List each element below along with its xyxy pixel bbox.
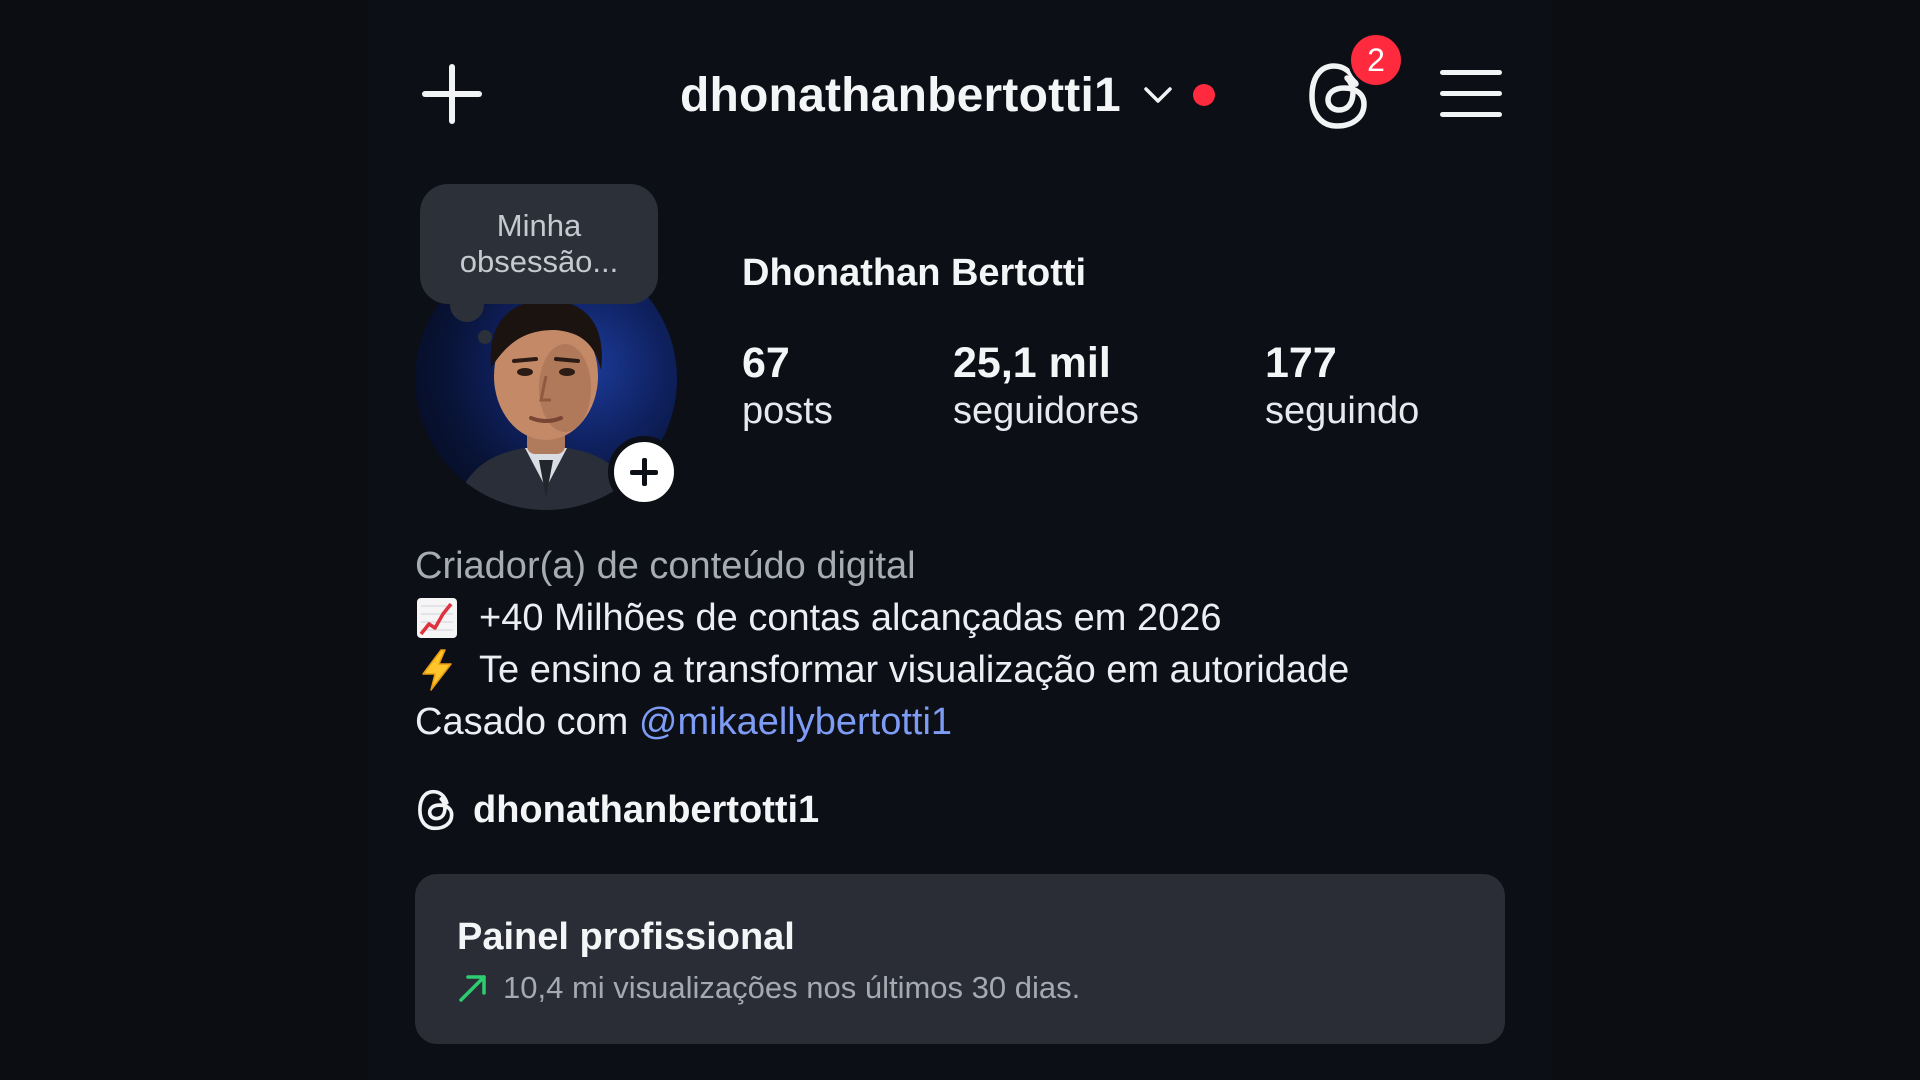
professional-dashboard-card[interactable]: Painel profissional 10,4 mi visualizaçõe… xyxy=(415,874,1505,1044)
stat-following[interactable]: 177 seguindo xyxy=(1265,338,1419,434)
bio-line-2-text: Te ensino a transformar visualização em … xyxy=(479,649,1350,691)
profile-note-text: Minha obsessão... xyxy=(459,208,619,279)
bio-line-3: Casado com @mikaellybertotti1 xyxy=(415,696,1515,748)
dashboard-subtitle: 10,4 mi visualizações nos últimos 30 dia… xyxy=(457,970,1080,1006)
bio-line-1: +40 Milhões de contas alcançadas em 2026 xyxy=(415,592,1515,644)
dashboard-subtitle-text: 10,4 mi visualizações nos últimos 30 dia… xyxy=(503,970,1081,1005)
notification-badge: 2 xyxy=(1348,32,1404,88)
followers-label: seguidores xyxy=(953,390,1139,432)
top-bar: dhonathanbertotti1 2 xyxy=(368,0,1552,190)
dashboard-title: Painel profissional xyxy=(457,916,795,958)
profile-note[interactable]: Minha obsessão... xyxy=(420,184,658,304)
add-story-button[interactable] xyxy=(608,436,680,508)
plus-icon[interactable] xyxy=(420,62,484,126)
live-indicator-dot xyxy=(1192,84,1215,106)
threads-handle: dhonathanbertotti1 xyxy=(473,788,820,831)
bio-line-2: Te ensino a transformar visualização em … xyxy=(415,644,1515,696)
stat-posts[interactable]: 67 posts xyxy=(742,338,833,434)
following-label: seguindo xyxy=(1265,390,1420,432)
posts-label: posts xyxy=(742,390,833,432)
chevron-down-icon xyxy=(1144,87,1172,103)
bio-line-1-text: +40 Milhões de contas alcançadas em 2026 xyxy=(479,597,1222,639)
trend-up-arrow-icon xyxy=(459,975,486,1002)
account-switcher[interactable]: dhonathanbertotti1 xyxy=(680,60,1215,130)
full-name: Dhonathan Bertotti xyxy=(742,252,1087,294)
followers-count: 25,1 mil xyxy=(953,339,1111,387)
threads-icon xyxy=(418,789,454,831)
note-bubble-tail-small xyxy=(478,330,492,344)
chart-increasing-emoji-icon xyxy=(417,598,457,638)
threads-profile-link[interactable]: dhonathanbertotti1 xyxy=(415,786,819,834)
lightning-emoji-icon xyxy=(422,649,452,691)
stat-followers[interactable]: 25,1 mil seguidores xyxy=(953,338,1139,434)
bio-line-3-text: Casado com xyxy=(415,701,639,743)
hamburger-menu-icon[interactable] xyxy=(1440,68,1504,120)
posts-count: 67 xyxy=(742,339,790,387)
profile-screen: dhonathanbertotti1 2 Minha obsessão... D… xyxy=(368,0,1552,1080)
bio-category: Criador(a) de conteúdo digital xyxy=(415,545,916,587)
username: dhonathanbertotti1 xyxy=(680,68,1121,122)
spouse-mention-link[interactable]: @mikaellybertotti1 xyxy=(639,696,952,748)
bio: Criador(a) de conteúdo digital +40 Milhõ… xyxy=(415,540,1515,748)
following-count: 177 xyxy=(1265,339,1337,387)
